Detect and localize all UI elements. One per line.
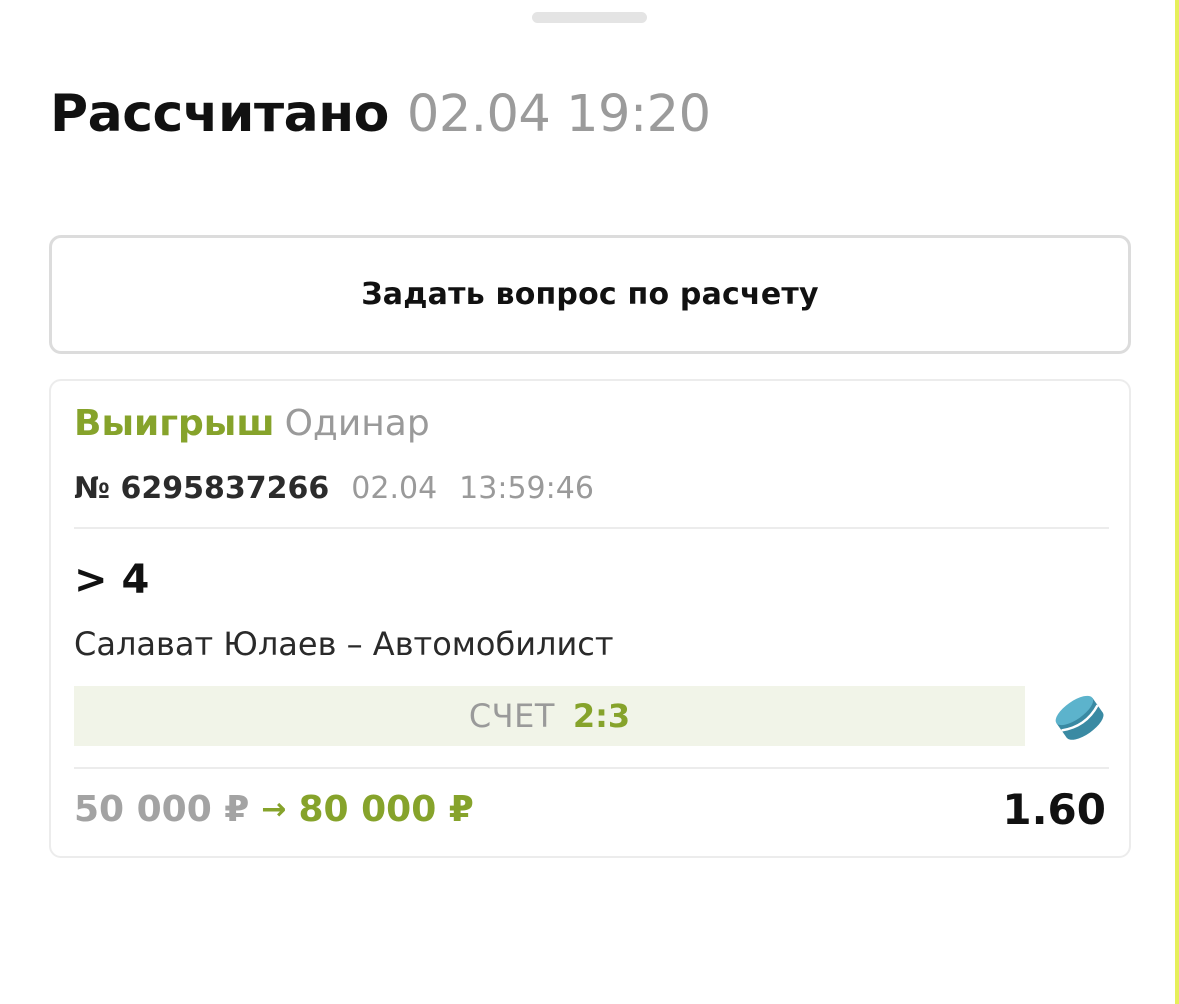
bet-selection: > 4 — [74, 557, 150, 603]
bet-time: 13:59:46 — [459, 471, 594, 506]
ask-settlement-question-label: Задать вопрос по расчету — [361, 277, 819, 312]
divider — [74, 767, 1109, 769]
bet-odds: 1.60 — [1002, 785, 1106, 834]
score-bar: СЧЕТ 2:3 — [74, 686, 1025, 746]
ticket-number: № 6295837266 — [74, 471, 330, 506]
bet-card: Выигрыш Одинар № 6295837266 02.04 13:59:46 … — [49, 379, 1131, 858]
bet-status-line: Выигрыш Одинар — [74, 403, 430, 444]
edge-accent — [1175, 0, 1179, 1004]
settlement-datetime: 02.04 19:20 — [406, 85, 711, 144]
bet-type: Одинар — [284, 403, 430, 444]
divider — [74, 527, 1109, 529]
hockey-puck-icon — [1055, 695, 1104, 740]
sheet-header: Рассчитано 02.04 19:20 — [50, 84, 711, 144]
ask-settlement-question-button[interactable]: Задать вопрос по расчету — [49, 235, 1131, 354]
bet-details-sheet: Рассчитано 02.04 19:20 Задать вопрос по … — [0, 0, 1179, 1004]
arrow-right-icon: → — [261, 792, 287, 827]
bet-result: Выигрыш — [74, 403, 275, 444]
event-name: Салават Юлаев – Автомобилист — [74, 625, 614, 663]
sheet-grabber[interactable] — [532, 12, 647, 23]
payout-amount: 80 000 ₽ — [298, 789, 474, 830]
score-value: 2:3 — [572, 697, 631, 735]
bet-date: 02.04 — [351, 471, 438, 506]
page-title: Рассчитано — [50, 84, 389, 144]
bet-amounts: 50 000 ₽ → 80 000 ₽ — [74, 789, 474, 830]
bet-meta: № 6295837266 02.04 13:59:46 — [74, 471, 594, 506]
score-label: СЧЕТ — [468, 697, 555, 735]
stake-amount: 50 000 ₽ — [74, 789, 250, 830]
